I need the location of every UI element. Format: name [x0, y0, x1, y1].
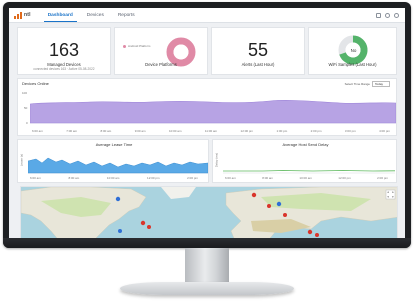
managed-devices-count: 163 [48, 40, 80, 60]
device-platforms-label: Device Platforms [145, 62, 177, 67]
map-pin-red [283, 213, 287, 217]
dashboard-screen: ntl Dashboard Devices Reports 163 Manage… [9, 8, 405, 238]
devices-online-area-chart [30, 100, 396, 124]
x-tick: 12:00 pm [240, 129, 254, 133]
avg-send-ylabel: Delay (ms) [214, 152, 219, 168]
device-platforms-card[interactable]: Android Platform Device Platforms [114, 27, 208, 75]
x-tick: 6:00 am [225, 176, 236, 180]
avg-lease-x-ticks: 6:00 am 8:00 am 10:00 am 12:00 pm 2:00 p… [30, 176, 198, 180]
avg-lease-area [28, 157, 208, 174]
avg-send-delay-panel: Average Host Send Delay Delay (ms) 6:00 … [212, 139, 397, 183]
donut-hole [173, 44, 189, 60]
managed-devices-sub: connected devices 163 · Active 05-08-202… [33, 67, 95, 71]
x-tick: 6:00 am [30, 176, 41, 180]
x-tick: 6:00 am [32, 129, 43, 133]
x-tick: 10:00 am [299, 176, 312, 180]
devices-x-ticks: 6:00 am 7:00 am 8:00 am 9:00 am 10:00 am… [32, 129, 390, 133]
wifi-samples-label: WiFi Samples (Last Hour) [328, 62, 377, 67]
x-tick: 4:00 pm [379, 129, 390, 133]
avg-send-line [223, 170, 395, 172]
managed-devices-card[interactable]: 163 Managed Devices connected devices 16… [17, 27, 111, 75]
x-tick: 8:00 am [68, 176, 80, 180]
x-tick: 10:00 am [106, 176, 120, 180]
map-pin-red [315, 233, 319, 237]
gauge-center-label: No [350, 47, 357, 53]
x-tick: 12:00 pm [147, 176, 160, 180]
x-tick: 12:00 pm [338, 176, 351, 180]
user-icon[interactable] [394, 12, 399, 18]
monitor-stand-neck [185, 248, 229, 284]
x-tick: 1:00 pm [276, 129, 288, 133]
devices-y-tick-100: 100 [22, 91, 28, 95]
map-pin-blue [276, 201, 282, 207]
map-pin-blue [115, 196, 121, 202]
devices-online-panel: Devices Online Select Time Range Today 1… [17, 78, 397, 136]
top-icons [376, 12, 399, 18]
avg-lease-ylabel: Lease (s) [19, 153, 24, 167]
monitor-bezel: ntl Dashboard Devices Reports 163 Manage… [3, 2, 411, 248]
monitor-stand-base [120, 282, 294, 295]
avg-send-x-ticks: 6:00 am 8:00 am 10:00 am 12:00 pm 2:00 p… [225, 176, 388, 180]
x-tick: 2:00 pm [310, 129, 322, 133]
devices-online-area [30, 100, 396, 124]
nav-tabs: Dashboard Devices Reports [41, 8, 142, 22]
avg-lease-title: Average Lease Time [95, 142, 133, 147]
monitor-chin [3, 238, 411, 248]
alerts-count: 55 [247, 40, 269, 60]
x-tick: 11:00 am [204, 129, 218, 133]
map-pin-red [307, 229, 313, 235]
platform-donut-chart [166, 37, 196, 67]
map-pin-red [251, 192, 257, 198]
alerts-card[interactable]: 55 Alerts (Last Hour) [211, 27, 305, 75]
x-tick: 8:00 am [100, 129, 112, 133]
avg-lease-area-chart [28, 157, 208, 174]
avg-send-title: Average Host Send Delay [282, 142, 329, 147]
tab-devices[interactable]: Devices [80, 8, 111, 22]
x-tick: 8:00 am [262, 176, 274, 180]
devices-y-tick-50: 50 [24, 106, 28, 110]
alerts-label: Alerts (Last Hour) [241, 62, 275, 67]
x-tick: 7:00 am [66, 129, 78, 133]
map-pin-blue [118, 229, 122, 233]
top-nav-bar: ntl Dashboard Devices Reports [9, 8, 405, 23]
x-tick: 10:00 am [168, 129, 182, 133]
world-map[interactable] [21, 187, 398, 238]
map-pin-red [147, 225, 151, 229]
x-tick: 9:00 am [134, 129, 146, 133]
fullscreen-button [385, 189, 396, 200]
x-tick: 3:00 pm [344, 129, 356, 133]
devices-y-tick-0: 0 [26, 121, 28, 125]
wifi-samples-card[interactable]: No WiFi Samples (Last Hour) [308, 27, 397, 75]
avg-lease-panel: Average Lease Time Lease (s) 6:00 am 8:0… [17, 139, 209, 183]
devices-online-title: Devices Online [22, 81, 49, 86]
map-pin-red [267, 204, 271, 208]
tab-dashboard[interactable]: Dashboard [41, 8, 80, 22]
x-tick: 2:00 pm [377, 176, 388, 180]
bell-icon[interactable] [385, 12, 390, 18]
logo-icon [14, 11, 22, 19]
x-tick: 2:00 pm [187, 176, 198, 180]
grid-icon[interactable] [376, 12, 381, 18]
logo-text: ntl [24, 12, 31, 18]
time-range-label: Select Time Range [344, 82, 370, 86]
map-pin-red [140, 220, 146, 226]
avg-send-line-chart [223, 170, 395, 174]
tab-reports[interactable]: Reports [111, 8, 142, 22]
device-map[interactable] [20, 186, 398, 238]
